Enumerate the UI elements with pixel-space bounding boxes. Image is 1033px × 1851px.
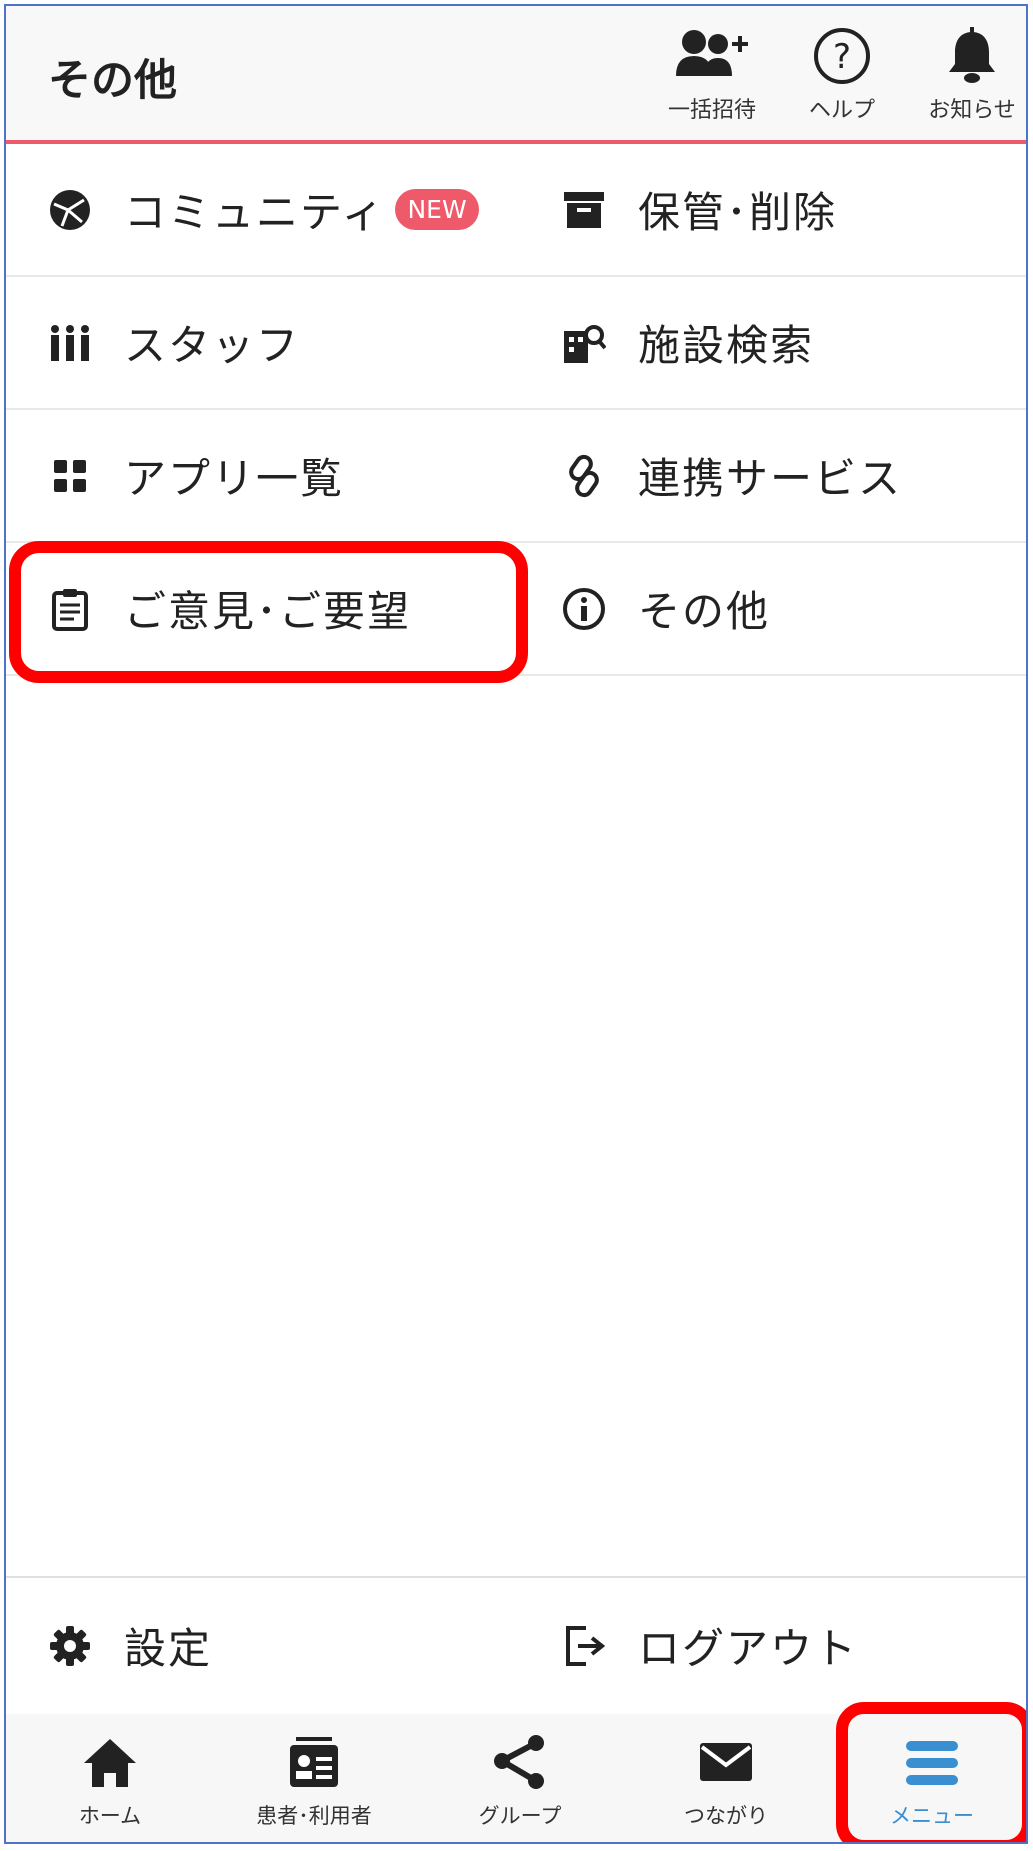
nav-home[interactable]: ホーム xyxy=(20,1722,200,1842)
settings-label: 設定 xyxy=(124,1624,213,1673)
menu-item-label: アプリ一覧 xyxy=(124,454,345,503)
svg-text:?: ? xyxy=(833,37,851,77)
settings-section: 設定 ログアウト xyxy=(6,1576,1026,1714)
menu-item-community[interactable]: コミュニティ NEW xyxy=(46,144,516,275)
gear-icon xyxy=(46,1622,94,1670)
notifications-button[interactable]: お知らせ xyxy=(912,24,1026,134)
bulk-invite-label: 一括招待 xyxy=(667,98,756,123)
help-label: ヘルプ xyxy=(808,98,875,123)
nav-groups[interactable]: グループ xyxy=(430,1722,610,1842)
menu-item-facility-search[interactable]: 施設検索 xyxy=(560,277,1020,408)
bulk-invite-button[interactable]: 一括招待 xyxy=(652,24,772,134)
info-icon xyxy=(560,585,608,633)
new-badge: NEW xyxy=(395,189,479,230)
logout-item[interactable]: ログアウト xyxy=(560,1580,1020,1711)
menu-item-other[interactable]: その他 xyxy=(560,543,1020,674)
menu-item-label: スタッフ xyxy=(124,321,301,370)
share-nodes-icon xyxy=(494,1735,544,1789)
menu-item-label: 保管･削除 xyxy=(638,188,838,237)
menu-row: コミュニティ NEW 保管･削除 xyxy=(6,144,1026,277)
bell-icon xyxy=(949,27,995,83)
envelope-icon xyxy=(700,1743,752,1781)
id-card-icon xyxy=(290,1737,338,1787)
help-circle-icon: ? xyxy=(814,28,870,84)
menu-item-label: 施設検索 xyxy=(638,321,815,370)
highlight-menu xyxy=(836,1702,1026,1842)
nav-label: 患者･利用者 xyxy=(256,1804,372,1828)
menu-item-label: その他 xyxy=(638,587,771,636)
home-icon xyxy=(84,1739,136,1787)
users-plus-icon xyxy=(676,30,748,76)
header: その他 一括招待 ? ヘルプ お知らせ xyxy=(6,6,1026,144)
menu-item-archive[interactable]: 保管･削除 xyxy=(560,144,1020,275)
page-title: その他 xyxy=(48,56,177,106)
globe-icon xyxy=(46,186,94,234)
apps-grid-icon xyxy=(46,452,94,500)
menu-row: アプリ一覧 連携サービス xyxy=(6,410,1026,543)
highlight-feedback xyxy=(9,541,528,683)
menu-item-staff[interactable]: スタッフ xyxy=(46,277,516,408)
app-frame: その他 一括招待 ? ヘルプ お知らせ コミュニティ NEW 保管･削除 スタッ… xyxy=(4,4,1028,1844)
nav-connections[interactable]: つながり xyxy=(636,1722,816,1842)
archive-icon xyxy=(560,186,608,234)
settings-item[interactable]: 設定 xyxy=(46,1580,516,1711)
menu-item-integrations[interactable]: 連携サービス xyxy=(560,410,1020,541)
people-icon xyxy=(46,319,94,367)
logout-label: ログアウト xyxy=(638,1624,859,1673)
menu-row: スタッフ 施設検索 xyxy=(6,277,1026,410)
logout-icon xyxy=(560,1622,608,1670)
link-icon xyxy=(560,452,608,500)
nav-label: ホーム xyxy=(78,1804,142,1828)
nav-patients[interactable]: 患者･利用者 xyxy=(224,1722,404,1842)
menu-item-label: 連携サービス xyxy=(638,454,903,503)
facility-search-icon xyxy=(560,319,608,367)
menu-item-label: コミュニティ xyxy=(124,188,386,237)
help-button[interactable]: ? ヘルプ xyxy=(782,24,902,134)
menu-item-apps[interactable]: アプリ一覧 xyxy=(46,410,516,541)
nav-label: グループ xyxy=(478,1804,562,1828)
notifications-label: お知らせ xyxy=(928,98,1016,123)
nav-label: つながり xyxy=(684,1804,768,1828)
